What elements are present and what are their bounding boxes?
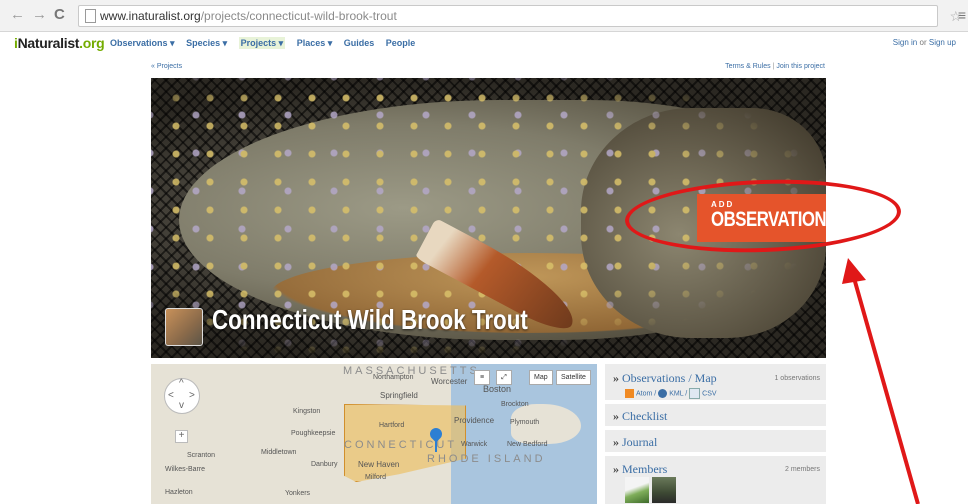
members-link[interactable]: » Members <box>613 462 667 477</box>
kml-globe-icon <box>658 389 668 398</box>
member-avatar[interactable] <box>652 477 676 503</box>
map-label-hazleton: Hazleton <box>165 489 193 496</box>
map-label-worcester: Worcester <box>431 377 468 386</box>
sign-up-link[interactable]: Sign up <box>929 38 956 47</box>
observations-panel: » Observations / Map 1 observations Atom … <box>605 364 826 400</box>
kml-link[interactable]: KML <box>669 390 683 397</box>
nav-projects[interactable]: Projects ▾ <box>238 37 286 49</box>
pin-stem <box>435 440 437 452</box>
csv-link[interactable]: CSV <box>702 390 716 397</box>
links-separator: | <box>772 63 775 70</box>
nav-guides[interactable]: Guides <box>344 38 375 48</box>
project-map[interactable]: MASSACHUSETTS CONNECTICUT RHODE ISLAND N… <box>151 364 597 504</box>
pan-left-icon[interactable]: < <box>168 390 174 401</box>
site-header: iNaturalist.org Observations ▾ Species ▾… <box>0 32 968 54</box>
map-label-scranton: Scranton <box>187 452 216 459</box>
map-label-plymouth: Plymouth <box>510 419 540 426</box>
pan-down-icon[interactable]: v <box>179 400 184 411</box>
map-label-warwick: Warwick <box>461 441 488 448</box>
satellite-view-button[interactable]: Satellite <box>556 370 591 385</box>
back-icon[interactable]: ← <box>10 7 25 23</box>
checklist-panel: » Checklist <box>605 404 826 426</box>
project-title: Connecticut Wild Brook Trout <box>212 304 528 335</box>
map-pan-control[interactable]: ^ < > v <box>164 378 200 414</box>
nav-places[interactable]: Places ▾ <box>297 38 333 48</box>
arrow-head <box>842 258 866 284</box>
map-label-new-haven: New Haven <box>358 460 400 469</box>
nav-people[interactable]: People <box>386 38 416 48</box>
breadcrumb[interactable]: « Projects <box>151 63 182 70</box>
pan-up-icon[interactable]: ^ <box>179 378 184 389</box>
zoom-in-button[interactable]: + <box>175 430 188 443</box>
atom-feed-icon <box>625 389 634 398</box>
terms-link[interactable]: Terms & Rules <box>725 63 771 70</box>
members-count: 2 members <box>784 466 820 473</box>
journal-link[interactable]: » Journal <box>613 435 657 450</box>
layers-icon[interactable]: ≡ <box>474 370 490 385</box>
auth-links: Sign in or Sign up <box>893 38 956 47</box>
main-nav: Observations ▾ Species ▾ Projects ▾ Plac… <box>110 37 424 49</box>
map-label-providence: Providence <box>454 416 495 425</box>
arrow-shaft <box>852 277 920 504</box>
export-links: Atom / KML / CSV <box>625 388 717 399</box>
auth-or: or <box>919 38 927 47</box>
sign-in-link[interactable]: Sign in <box>893 38 917 47</box>
project-links: Terms & Rules | Join this project <box>725 63 825 70</box>
map-label-yonkers: Yonkers <box>285 490 311 497</box>
checklist-link[interactable]: » Checklist <box>613 409 667 424</box>
map-label-milford: Milford <box>365 474 387 481</box>
reload-icon[interactable]: C <box>54 7 65 23</box>
map-label-connecticut: CONNECTICUT <box>344 439 458 451</box>
observations-count: 1 observations <box>774 375 820 382</box>
map-label-wilkes-barre: Wilkes-Barre <box>165 466 206 473</box>
project-icon <box>165 308 203 346</box>
nav-species[interactable]: Species ▾ <box>186 38 227 48</box>
observations-map-link[interactable]: » Observations / Map <box>613 371 717 386</box>
map-view-button[interactable]: Map <box>529 370 553 385</box>
join-project-link[interactable]: Join this project <box>776 63 825 70</box>
csv-table-icon <box>689 388 701 399</box>
map-label-springfield: Springfield <box>380 391 418 400</box>
journal-panel: » Journal <box>605 430 826 452</box>
address-bar[interactable]: www.inaturalist.org/projects/connecticut… <box>78 5 938 27</box>
map-label-new-bedford: New Bedford <box>507 441 548 448</box>
fullscreen-icon[interactable]: ⤢ <box>496 370 512 385</box>
map-label-hartford: Hartford <box>379 422 405 429</box>
map-label-danbury: Danbury <box>311 461 338 468</box>
page-icon <box>85 9 96 23</box>
map-label-boston: Boston <box>483 384 512 394</box>
browser-toolbar: ← → C www.inaturalist.org/projects/conne… <box>0 0 968 32</box>
pan-right-icon[interactable]: > <box>189 390 195 401</box>
project-sidebar: » Observations / Map 1 observations Atom … <box>605 364 826 504</box>
map-label-poughkeepsie: Poughkeepsie <box>291 430 336 437</box>
map-label-brockton: Brockton <box>501 401 529 408</box>
map-label-kingston: Kingston <box>293 408 321 415</box>
map-label-northampton: Northampton <box>373 374 414 381</box>
browser-menu-icon[interactable]: ≡ <box>958 7 966 23</box>
atom-link[interactable]: Atom <box>636 390 652 397</box>
forward-icon[interactable]: → <box>32 7 47 23</box>
map-label-rhode-island: RHODE ISLAND <box>427 453 546 465</box>
inaturalist-logo[interactable]: iNaturalist.org <box>14 35 105 51</box>
map-label-middletown: Middletown <box>261 449 297 456</box>
url-text[interactable]: www.inaturalist.org/projects/connecticut… <box>100 9 397 23</box>
member-avatar[interactable] <box>625 477 649 503</box>
nav-observations[interactable]: Observations ▾ <box>110 38 175 48</box>
